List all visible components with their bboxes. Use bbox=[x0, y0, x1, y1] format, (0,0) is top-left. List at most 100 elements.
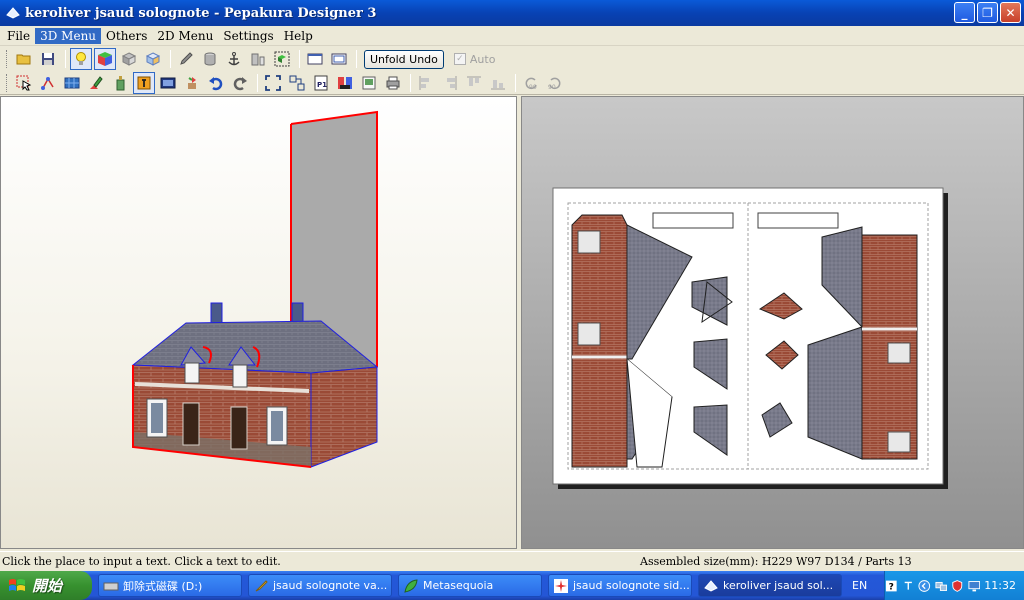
edit-edge-button[interactable] bbox=[175, 48, 197, 70]
network-tray-icon[interactable] bbox=[935, 579, 948, 593]
restore-button[interactable]: ❐ bbox=[977, 2, 998, 23]
light-toggle-button[interactable] bbox=[70, 48, 92, 70]
rotate-right-label: 90 bbox=[548, 84, 556, 91]
part-button[interactable] bbox=[247, 48, 269, 70]
page-p1-label: P1 bbox=[317, 81, 327, 89]
taskbar-item-removable-disk[interactable]: 卸除式磁碟 (D:) bbox=[98, 574, 242, 597]
texture-toggle-button[interactable] bbox=[94, 48, 116, 70]
minimize-icon: _ bbox=[961, 5, 968, 20]
cylinder-button[interactable] bbox=[199, 48, 221, 70]
toolbar-separator bbox=[299, 50, 300, 68]
toolbar-separator bbox=[515, 73, 516, 92]
page-p1-icon: P1 bbox=[314, 75, 328, 90]
align-top-button[interactable] bbox=[463, 72, 485, 94]
view-2d-only-button[interactable] bbox=[328, 48, 350, 70]
image-edit-button[interactable] bbox=[157, 72, 179, 94]
taskbar-item-label: jsaud solognote sid... bbox=[573, 579, 690, 592]
flap-edit-button[interactable] bbox=[109, 72, 131, 94]
system-tray: ? 11:32 bbox=[884, 571, 1024, 600]
status-message: Click the place to input a text. Click a… bbox=[2, 555, 281, 568]
image-frame-icon bbox=[160, 77, 176, 88]
arrange-parts-button[interactable] bbox=[286, 72, 308, 94]
3d-view-pane[interactable] bbox=[0, 96, 517, 549]
color-edit-button[interactable] bbox=[85, 72, 107, 94]
rotate-left-90-button[interactable]: 90 bbox=[520, 72, 542, 94]
edge-join-button[interactable] bbox=[37, 72, 59, 94]
window-title: keroliver jsaud solognote - Pepakura Des… bbox=[25, 5, 377, 21]
align-right-button[interactable] bbox=[439, 72, 461, 94]
auto-checkbox[interactable]: ✓ Auto bbox=[453, 53, 495, 66]
window-pane-icon bbox=[331, 53, 347, 65]
pencil-icon bbox=[180, 52, 193, 65]
align-left-button[interactable] bbox=[415, 72, 437, 94]
select-cube-icon bbox=[274, 51, 290, 67]
metasequoia-leaf-icon bbox=[404, 578, 418, 593]
2d-view-pane[interactable] bbox=[521, 96, 1024, 549]
spark-image-icon bbox=[554, 578, 568, 593]
menu-help[interactable]: Help bbox=[279, 28, 318, 44]
floppy-save-icon bbox=[42, 53, 54, 65]
align-bottom-button[interactable] bbox=[487, 72, 509, 94]
page-setup-button[interactable]: P1 bbox=[310, 72, 332, 94]
view-3d-only-button[interactable] bbox=[304, 48, 326, 70]
page-layout-button[interactable] bbox=[334, 72, 356, 94]
monitor-tray-icon[interactable] bbox=[968, 579, 981, 593]
clock[interactable]: 11:32 bbox=[984, 579, 1016, 592]
rotate-right-90-button[interactable]: 90 bbox=[544, 72, 566, 94]
taskbar-item-metasequoia[interactable]: Metasequoia bbox=[398, 574, 542, 597]
menu-settings[interactable]: Settings bbox=[218, 28, 278, 44]
toolbar-separator bbox=[410, 73, 411, 92]
2d-unfold-sheet[interactable] bbox=[522, 97, 1023, 548]
select-move-button[interactable] bbox=[13, 72, 35, 94]
text-edit-button[interactable] bbox=[133, 71, 155, 94]
node-edge-icon bbox=[41, 76, 54, 90]
taskbar-item-label: keroliver jsaud sol... bbox=[723, 579, 834, 592]
taskbar-item-jsaud-sid[interactable]: jsaud solognote sid... bbox=[548, 574, 692, 597]
start-button[interactable]: 開始 bbox=[0, 571, 92, 600]
gray-cube-icon bbox=[121, 52, 137, 66]
arrange-icon bbox=[289, 75, 305, 90]
rotate-part-button[interactable] bbox=[181, 72, 203, 94]
anchor-icon bbox=[228, 52, 240, 66]
open-button[interactable] bbox=[13, 48, 35, 70]
main-toolbar: Unfold Undo ✓ Auto bbox=[0, 47, 1024, 71]
menu-file[interactable]: File bbox=[2, 28, 35, 44]
undo-button[interactable] bbox=[205, 72, 227, 94]
anchor-button[interactable] bbox=[223, 48, 245, 70]
language-indicator[interactable]: EN bbox=[852, 579, 867, 592]
3d-house-model[interactable] bbox=[1, 97, 516, 548]
toolbar-grip[interactable] bbox=[6, 73, 9, 92]
taskbar-item-jsaud-va[interactable]: jsaud solognote va... bbox=[248, 574, 392, 597]
menu-2d[interactable]: 2D Menu bbox=[152, 28, 218, 44]
toolbar-grip[interactable] bbox=[6, 50, 9, 68]
menu-others[interactable]: Others bbox=[101, 28, 152, 44]
wireframe-button[interactable] bbox=[118, 48, 140, 70]
toolbar-separator bbox=[356, 50, 357, 68]
pepakura-app-icon bbox=[6, 7, 20, 19]
save-button[interactable] bbox=[37, 48, 59, 70]
menu-3d[interactable]: 3D Menu bbox=[35, 27, 102, 44]
help-tray-icon[interactable]: ? bbox=[885, 579, 898, 593]
face-display-button[interactable] bbox=[142, 48, 164, 70]
close-button[interactable]: ✕ bbox=[1000, 2, 1021, 23]
toolbar-separator bbox=[170, 50, 171, 68]
rotate-part-icon bbox=[188, 76, 196, 89]
pepakura-app-icon bbox=[704, 579, 718, 592]
texture-edit-button[interactable] bbox=[61, 72, 83, 94]
taskbar-item-pepakura[interactable]: keroliver jsaud sol... bbox=[698, 574, 842, 597]
redo-button[interactable] bbox=[229, 72, 251, 94]
print-button[interactable] bbox=[382, 72, 404, 94]
taskbar-item-label: Metasequoia bbox=[423, 579, 494, 592]
expand-tray-icon[interactable] bbox=[918, 579, 931, 593]
security-shield-icon[interactable] bbox=[951, 579, 964, 593]
print-preview-button[interactable] bbox=[358, 72, 380, 94]
unfold-undo-button[interactable]: Unfold Undo bbox=[364, 49, 444, 69]
checkbox-checkmark-icon: ✓ bbox=[453, 53, 466, 65]
align-right-icon bbox=[447, 75, 457, 90]
selection-3d-button[interactable] bbox=[271, 48, 293, 70]
frame-select-button[interactable] bbox=[262, 72, 284, 94]
start-label: 開始 bbox=[32, 577, 63, 595]
align-top-icon bbox=[467, 76, 481, 86]
ime-tray-icon[interactable] bbox=[902, 579, 915, 593]
minimize-button[interactable]: _ bbox=[954, 2, 975, 23]
